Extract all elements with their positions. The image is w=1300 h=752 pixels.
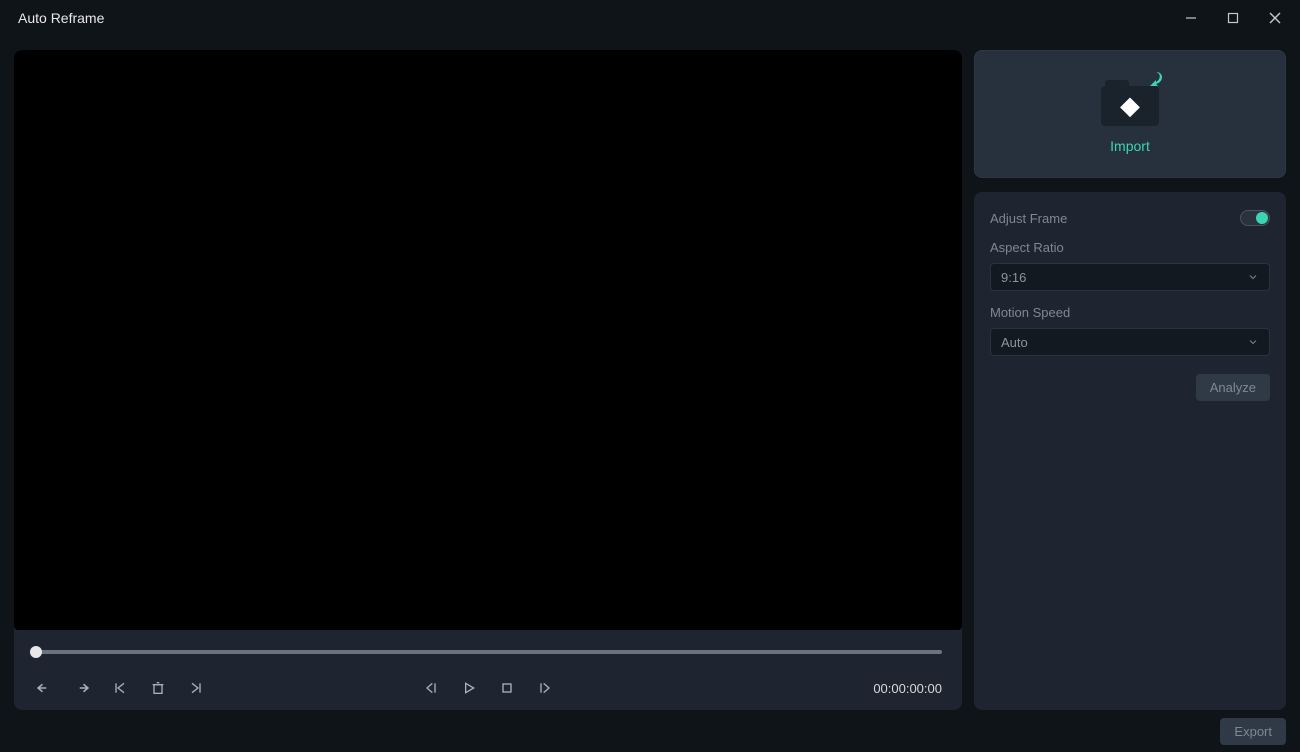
preview-panel: 00:00:00:00: [14, 50, 962, 710]
timeline-area: 00:00:00:00: [14, 638, 962, 710]
minimize-button[interactable]: [1170, 0, 1212, 36]
frame-forward-icon[interactable]: [535, 678, 555, 698]
title-bar: Auto Reframe: [0, 0, 1300, 36]
import-button[interactable]: Import: [974, 50, 1286, 178]
close-button[interactable]: [1254, 0, 1296, 36]
motion-speed-value: Auto: [1001, 335, 1028, 350]
maximize-button[interactable]: [1212, 0, 1254, 36]
right-panel: Import Adjust Frame Aspect Ratio 9:16 Mo…: [974, 50, 1286, 710]
analyze-button[interactable]: Analyze: [1196, 374, 1270, 401]
aspect-ratio-select[interactable]: 9:16: [990, 263, 1270, 291]
window-title: Auto Reframe: [18, 10, 104, 26]
timeline-track[interactable]: [34, 650, 942, 654]
import-icon: [1098, 74, 1162, 130]
window-controls: [1170, 0, 1296, 36]
toggle-knob: [1256, 212, 1268, 224]
export-button[interactable]: Export: [1220, 718, 1286, 745]
chevron-down-icon: [1247, 336, 1259, 348]
timeline-playhead[interactable]: [30, 646, 42, 658]
adjust-frame-label: Adjust Frame: [990, 211, 1067, 226]
play-icon[interactable]: [459, 678, 479, 698]
redo-icon[interactable]: [72, 678, 92, 698]
trash-icon[interactable]: [148, 678, 168, 698]
skip-start-icon[interactable]: [110, 678, 130, 698]
settings-panel: Adjust Frame Aspect Ratio 9:16 Motion Sp…: [974, 192, 1286, 710]
adjust-frame-toggle[interactable]: [1240, 210, 1270, 226]
frame-back-icon[interactable]: [421, 678, 441, 698]
aspect-ratio-label: Aspect Ratio: [990, 240, 1270, 255]
motion-speed-select[interactable]: Auto: [990, 328, 1270, 356]
aspect-ratio-value: 9:16: [1001, 270, 1026, 285]
video-preview: [14, 50, 962, 630]
chevron-down-icon: [1247, 271, 1259, 283]
import-label: Import: [1110, 138, 1150, 154]
skip-end-icon[interactable]: [186, 678, 206, 698]
undo-icon[interactable]: [34, 678, 54, 698]
footer-bar: Export: [0, 710, 1300, 752]
timecode: 00:00:00:00: [873, 681, 942, 696]
stop-icon[interactable]: [497, 678, 517, 698]
motion-speed-label: Motion Speed: [990, 305, 1270, 320]
